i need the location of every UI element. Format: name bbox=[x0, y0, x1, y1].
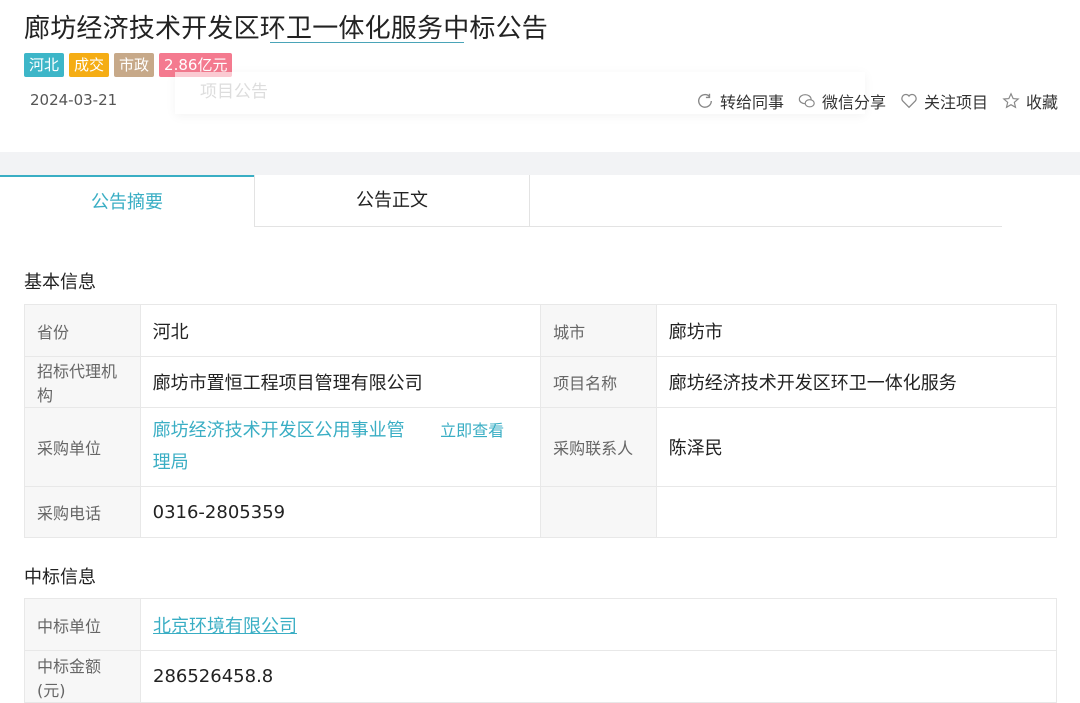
tag-status: 成交 bbox=[69, 53, 110, 77]
winner-unit-value: 北京环境有限公司 bbox=[140, 598, 1057, 651]
winner-unit-link[interactable]: 北京环境有限公司 bbox=[153, 616, 297, 637]
forward-label: 转给同事 bbox=[719, 93, 784, 112]
buyer-name-line2[interactable]: 理局 bbox=[153, 447, 405, 479]
tag-category: 市政 bbox=[114, 53, 155, 77]
agency-label: 招标代理机构 bbox=[24, 356, 141, 408]
ghost-label: 项目公告 bbox=[200, 82, 268, 102]
tag-region: 河北 bbox=[24, 53, 65, 77]
winner-info-heading: 中标信息 bbox=[24, 567, 96, 588]
page-title: 廊坊经济技术开发区环卫一体化服务中标公告 bbox=[24, 14, 549, 44]
empty-label bbox=[540, 486, 657, 538]
winner-unit-label: 中标单位 bbox=[24, 598, 141, 651]
publish-date: 2024-03-21 bbox=[30, 91, 118, 109]
agency-value: 廊坊市置恒工程项目管理有限公司 bbox=[139, 356, 542, 408]
forward-button[interactable]: 转给同事 bbox=[696, 89, 784, 113]
winner-amount-value: 286526458.8 bbox=[140, 650, 1057, 703]
wechat-share-label: 微信分享 bbox=[821, 93, 886, 112]
winner-info-table: 中标单位 北京环境有限公司 中标金额(元) 286526458.8 bbox=[24, 598, 1057, 703]
contact-value: 陈泽民 bbox=[655, 407, 1058, 487]
favorite-button[interactable]: 收藏 bbox=[1002, 89, 1058, 113]
heart-icon bbox=[901, 93, 917, 109]
view-now-link[interactable]: 立即查看 bbox=[440, 415, 504, 447]
empty-value bbox=[655, 486, 1058, 538]
city-value: 廊坊市 bbox=[655, 304, 1058, 357]
page: 廊坊经济技术开发区环卫一体化服务中标公告 河北 成交 市政 2.86亿元 项目公… bbox=[0, 0, 1080, 703]
wechat-share-button[interactable]: 微信分享 bbox=[798, 89, 886, 113]
table-row: 采购单位 廊坊经济技术开发区公用事业管 理局 立即查看 采购联系人 陈泽民 bbox=[24, 407, 1058, 487]
follow-project-label: 关注项目 bbox=[923, 93, 988, 112]
favorite-label: 收藏 bbox=[1025, 93, 1058, 112]
phone-label: 采购电话 bbox=[24, 486, 141, 538]
phone-value: 0316-2805359 bbox=[139, 486, 542, 538]
table-row: 中标金额(元) 286526458.8 bbox=[24, 650, 1057, 703]
follow-project-button[interactable]: 关注项目 bbox=[900, 89, 988, 113]
project-value: 廊坊经济技术开发区环卫一体化服务 bbox=[655, 356, 1058, 408]
basic-info-table: 省份 河北 城市 廊坊市 招标代理机构 廊坊市置恒工程项目管理有限公司 项目名称… bbox=[24, 304, 1058, 538]
title-underline bbox=[270, 42, 464, 43]
province-value: 河北 bbox=[139, 304, 542, 357]
buyer-name-line1[interactable]: 廊坊经济技术开发区公用事业管 bbox=[153, 415, 405, 447]
buyer-cell: 廊坊经济技术开发区公用事业管 理局 立即查看 bbox=[139, 407, 542, 487]
buyer-label: 采购单位 bbox=[24, 407, 141, 487]
winner-amount-label: 中标金额(元) bbox=[24, 650, 141, 703]
province-label: 省份 bbox=[24, 304, 141, 357]
table-row: 省份 河北 城市 廊坊市 bbox=[24, 304, 1058, 357]
contact-label: 采购联系人 bbox=[540, 407, 657, 487]
action-bar: 转给同事 微信分享 关注项目 收藏 bbox=[696, 89, 1058, 113]
project-label: 项目名称 bbox=[540, 356, 657, 408]
wechat-icon bbox=[798, 94, 815, 108]
tab-fulltext[interactable]: 公告正文 bbox=[254, 175, 530, 227]
basic-info-heading: 基本信息 bbox=[24, 272, 96, 293]
table-row: 招标代理机构 廊坊市置恒工程项目管理有限公司 项目名称 廊坊经济技术开发区环卫一… bbox=[24, 356, 1058, 408]
tab-summary[interactable]: 公告摘要 bbox=[0, 175, 254, 226]
section-divider bbox=[0, 152, 1080, 175]
table-row: 中标单位 北京环境有限公司 bbox=[24, 598, 1057, 651]
table-row: 采购电话 0316-2805359 bbox=[24, 486, 1058, 538]
city-label: 城市 bbox=[540, 304, 657, 357]
share-refresh-icon bbox=[697, 93, 712, 108]
tab-baseline bbox=[528, 226, 1002, 227]
star-icon bbox=[1002, 92, 1020, 109]
